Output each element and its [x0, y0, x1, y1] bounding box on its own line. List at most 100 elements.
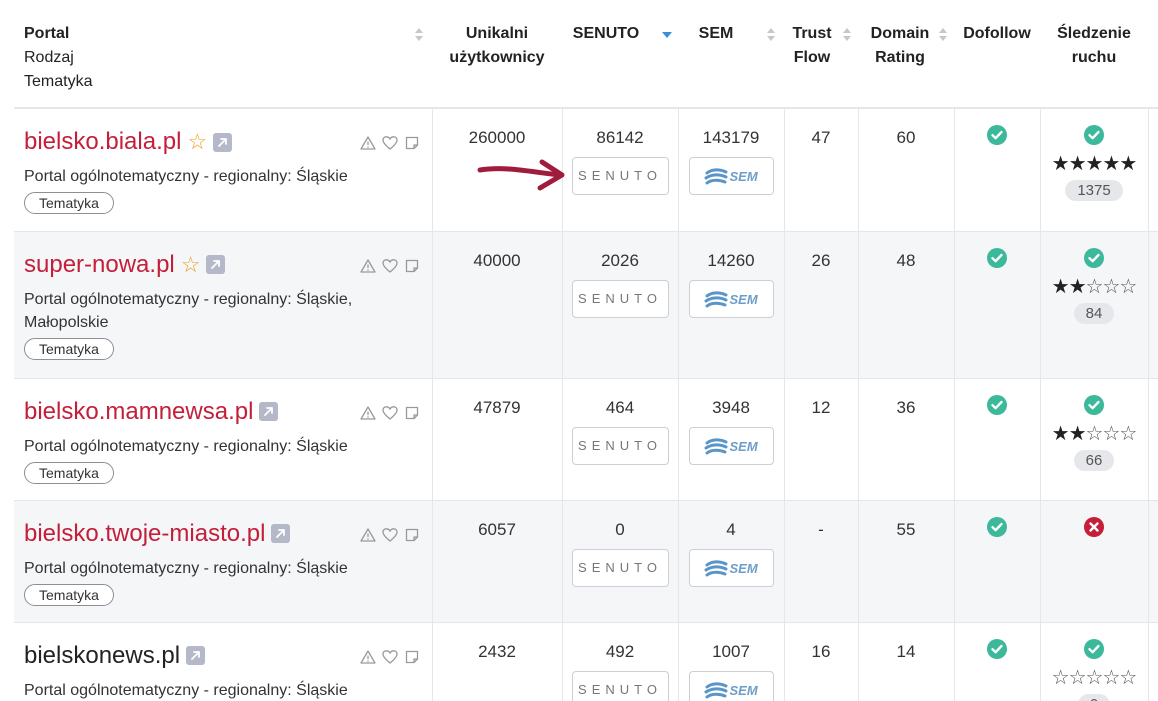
topic-tag[interactable]: Tematyka: [24, 192, 114, 214]
column-header-senuto[interactable]: SENUTO: [562, 0, 678, 109]
favorite-star-icon[interactable]: ☆: [181, 253, 201, 276]
note-icon[interactable]: [404, 258, 420, 274]
trust-flow-value: 47: [811, 128, 831, 147]
portal-link[interactable]: bielsko.mamnewsa.pl: [24, 397, 253, 427]
sem-globe-icon: [704, 559, 728, 584]
header-trust-flow-l1: Trust: [792, 25, 832, 42]
sem-globe-icon: [704, 167, 728, 192]
header-trust-flow-l2: Flow: [793, 49, 831, 66]
check-icon: [987, 516, 1007, 537]
external-link-icon[interactable]: [186, 646, 206, 665]
header-tracking-l1: Śledzenie: [1057, 25, 1131, 42]
report-warning-icon[interactable]: [360, 405, 376, 421]
unique-users-value: 47879: [473, 397, 521, 417]
unique-users-cell: 6057: [431, 500, 562, 622]
column-header-dofollow[interactable]: Dofollow: [954, 0, 1040, 109]
senuto-logo: SENUTO: [578, 681, 662, 697]
trust-flow-value: 26: [811, 250, 831, 270]
portal-link[interactable]: bielsko.biala.pl: [24, 127, 181, 157]
table-row: super-nowa.pl ☆ Portal ogólnotematyczny - …: [14, 231, 1158, 378]
header-topic-label: Tematyka: [24, 73, 93, 90]
portal-cell: bielskonews.pl Portal ogólnotematyczny - …: [14, 622, 432, 701]
portal-cell: super-nowa.pl ☆ Portal ogólnotematyczny - …: [14, 231, 432, 378]
portal-description: Portal ogólnotematyczny - regionalny: Śl…: [24, 437, 348, 455]
report-warning-icon[interactable]: [360, 135, 376, 151]
portal-link[interactable]: super-nowa.pl: [24, 250, 175, 280]
senuto-button[interactable]: SENUTO: [571, 548, 669, 587]
senuto-cell: 492 SENUTO: [561, 622, 678, 701]
sort-icon[interactable]: [766, 28, 776, 42]
sem-cell: 143179 SEM: [677, 108, 784, 231]
topic-tag[interactable]: Tematyka: [24, 337, 114, 360]
column-header-portal[interactable]: Portal Rodzaj Tematyka: [14, 0, 432, 109]
rating-count-badge: 0: [1077, 693, 1111, 701]
heart-icon[interactable]: [382, 527, 398, 543]
column-header-sem[interactable]: SEM: [678, 0, 784, 109]
sem-value: 143179: [702, 128, 760, 147]
domain-rating-value: 60: [896, 128, 916, 147]
portal-table: Portal Rodzaj Tematyka Unikalni użytkown…: [14, 0, 1158, 701]
trust-flow-value: 16: [811, 641, 831, 661]
rating-stars: ☆☆☆☆☆: [1051, 666, 1138, 689]
report-warning-icon[interactable]: [360, 527, 376, 543]
sort-desc-icon[interactable]: [662, 32, 672, 38]
topic-tag[interactable]: Tematyka: [24, 583, 114, 606]
column-header-trust-flow[interactable]: Trust Flow: [784, 0, 858, 109]
senuto-button[interactable]: SENUTO: [571, 670, 669, 701]
external-link-icon[interactable]: [271, 524, 291, 543]
senuto-button[interactable]: SENUTO: [571, 157, 669, 195]
sort-icon[interactable]: [938, 28, 948, 42]
sem-value: 1007: [712, 641, 750, 661]
extra-cell: [1147, 500, 1158, 622]
heart-icon[interactable]: [382, 405, 398, 421]
column-header-domain-rating[interactable]: Domain Rating: [858, 0, 954, 109]
note-icon[interactable]: [404, 405, 420, 421]
sem-button[interactable]: SEM: [688, 426, 774, 465]
tracking-cell: ★★☆☆☆ 66: [1039, 378, 1148, 500]
sem-cell: 14260 SEM: [677, 231, 784, 378]
report-warning-icon[interactable]: [360, 258, 376, 274]
sem-button[interactable]: SEM: [688, 548, 774, 587]
external-link-icon[interactable]: [213, 132, 233, 152]
report-warning-icon[interactable]: [360, 649, 376, 665]
sem-button[interactable]: SEM: [688, 157, 774, 195]
domain-rating-cell: 55: [857, 500, 954, 622]
rating-count-badge: 84: [1073, 302, 1115, 324]
trust-flow-cell: -: [783, 500, 858, 622]
heart-icon[interactable]: [382, 135, 398, 151]
senuto-value: 0: [615, 519, 625, 539]
header-senuto-label: SENUTO: [572, 25, 640, 42]
row-actions: [360, 649, 420, 665]
column-header-tracking[interactable]: Śledzenie ruchu: [1040, 0, 1148, 109]
sort-icon[interactable]: [414, 28, 424, 42]
heart-icon[interactable]: [382, 258, 398, 274]
sem-button[interactable]: SEM: [688, 279, 774, 318]
domain-rating-cell: 48: [857, 231, 954, 378]
portal-link[interactable]: bielskonews.pl: [24, 641, 180, 671]
sem-logo: SEM: [729, 560, 758, 576]
table-row: bielsko.mamnewsa.pl Portal ogólnotematycz…: [14, 378, 1158, 500]
sem-logo: SEM: [729, 682, 758, 698]
row-actions: [360, 405, 420, 421]
domain-rating-cell: 36: [857, 378, 954, 500]
note-icon[interactable]: [404, 135, 420, 151]
sem-button[interactable]: SEM: [688, 670, 774, 701]
trust-flow-cell: 26: [783, 231, 858, 378]
rating-stars: ★★☆☆☆: [1051, 422, 1138, 445]
external-link-icon[interactable]: [259, 402, 279, 421]
senuto-button[interactable]: SENUTO: [571, 426, 669, 465]
note-icon[interactable]: [404, 527, 420, 543]
senuto-button[interactable]: SENUTO: [571, 279, 669, 318]
header-tracking-l2: ruchu: [1071, 49, 1117, 66]
external-link-icon[interactable]: [206, 255, 226, 274]
column-header-unique-users[interactable]: Unikalni użytkownicy: [432, 0, 562, 109]
note-icon[interactable]: [404, 649, 420, 665]
check-icon: [987, 638, 1007, 659]
header-unique-users-l1: Unikalni: [465, 25, 529, 42]
heart-icon[interactable]: [382, 649, 398, 665]
check-icon: [1084, 247, 1104, 268]
topic-tag[interactable]: Tematyka: [24, 461, 114, 484]
sort-icon[interactable]: [842, 28, 852, 42]
favorite-star-icon[interactable]: ☆: [187, 131, 207, 153]
portal-link[interactable]: bielsko.twoje-miasto.pl: [24, 519, 265, 549]
